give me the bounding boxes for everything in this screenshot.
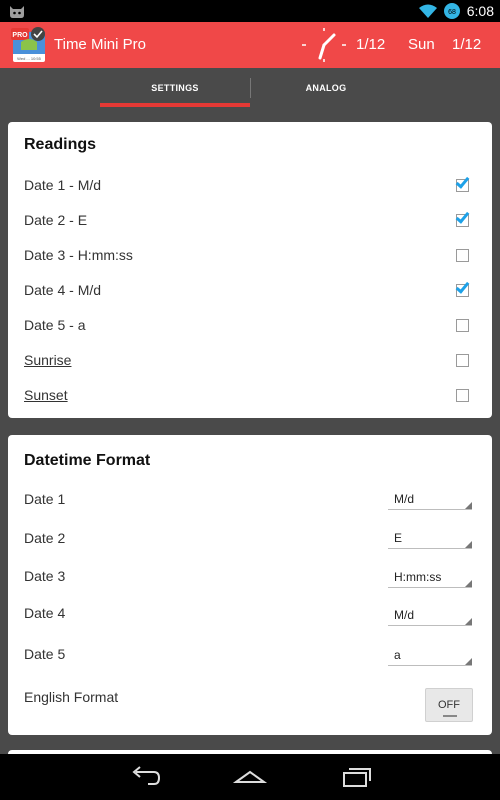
reading-label-date-1: Date 1 - M/d xyxy=(24,177,102,193)
android-cat-icon xyxy=(10,6,24,18)
status-bar: 68 6:08 xyxy=(0,0,500,22)
dropdown-arrow-icon xyxy=(465,618,472,625)
app-bar: PRO Wed ... 10:55 Time Mini Pro 1/12 Sun… xyxy=(0,22,500,68)
tab-settings[interactable]: SETTINGS xyxy=(100,68,250,108)
format-value-date-2: E xyxy=(394,531,403,545)
navigation-bar xyxy=(0,754,500,800)
format-value-date-1: M/d xyxy=(394,492,415,506)
reading-checkbox-date-5[interactable] xyxy=(456,319,469,332)
analog-clock-icon xyxy=(302,28,346,62)
english-format-toggle[interactable]: OFF xyxy=(425,688,473,722)
app-bar-day: Sun xyxy=(408,36,435,53)
app-icon[interactable]: PRO Wed ... 10:55 xyxy=(11,26,47,64)
format-select-date-5[interactable]: a xyxy=(388,644,472,666)
toggle-indicator xyxy=(443,715,457,717)
format-label-date-2: Date 2 xyxy=(24,530,66,546)
reading-checkbox-date-4[interactable] xyxy=(455,279,470,297)
reading-label-date-5: Date 5 - a xyxy=(24,317,86,333)
reading-label-date-4: Date 4 - M/d xyxy=(24,282,102,298)
data-sync-icon: 68 xyxy=(443,3,460,19)
format-label-date-1: Date 1 xyxy=(24,491,66,507)
reading-label-sunrise[interactable]: Sunrise xyxy=(24,352,71,368)
reading-label-sunset[interactable]: Sunset xyxy=(24,387,68,403)
svg-text:68: 68 xyxy=(448,9,456,16)
readings-title: Readings xyxy=(24,136,97,153)
reading-label-date-2: Date 2 - E xyxy=(24,212,88,228)
format-label-date-3: Date 3 xyxy=(24,568,66,584)
format-value-date-5: a xyxy=(394,648,401,662)
dropdown-arrow-icon xyxy=(465,658,472,665)
status-time: 6:08 xyxy=(466,3,494,19)
reading-checkbox-sunset[interactable] xyxy=(456,389,469,402)
app-icon-badge: PRO xyxy=(12,32,28,39)
format-label-date-5: Date 5 xyxy=(24,646,66,662)
english-format-toggle-text: OFF xyxy=(438,699,460,711)
format-select-date-2[interactable]: E xyxy=(388,527,472,549)
dropdown-arrow-icon xyxy=(465,502,472,509)
app-icon-subtext: Wed ... 10:55 xyxy=(17,56,41,61)
tab-analog[interactable]: ANALOG xyxy=(251,68,401,108)
recent-apps-icon[interactable] xyxy=(339,764,375,790)
back-icon[interactable] xyxy=(126,764,162,790)
dropdown-arrow-icon xyxy=(465,541,472,548)
app-bar-date: 1/12 xyxy=(356,36,386,53)
home-icon[interactable] xyxy=(232,764,268,790)
reading-checkbox-date-3[interactable] xyxy=(456,249,469,262)
reading-checkbox-date-1[interactable] xyxy=(455,174,470,192)
reading-checkbox-date-2[interactable] xyxy=(455,209,470,227)
reading-checkbox-sunrise[interactable] xyxy=(456,354,469,367)
tab-selected-indicator xyxy=(100,103,250,107)
format-select-date-3[interactable]: H:mm:ss xyxy=(388,566,472,588)
datetime-format-card: Datetime Format Date 1 M/d Date 2 E Date… xyxy=(8,435,492,735)
wifi-icon xyxy=(418,4,437,18)
app-bar-date-2: 1/12 xyxy=(452,36,482,53)
datetime-format-title: Datetime Format xyxy=(24,452,151,469)
format-value-date-4: M/d xyxy=(394,608,415,622)
reading-label-date-3: Date 3 - H:mm:ss xyxy=(24,247,133,263)
english-format-label: English Format xyxy=(24,689,119,705)
tab-bar: SETTINGS ANALOG xyxy=(0,68,500,108)
format-label-date-4: Date 4 xyxy=(24,605,66,621)
dropdown-arrow-icon xyxy=(465,580,472,587)
format-value-date-3: H:mm:ss xyxy=(394,570,442,584)
readings-card: Readings Date 1 - M/d Date 2 - E Date 3 … xyxy=(8,122,492,418)
format-select-date-1[interactable]: M/d xyxy=(388,488,472,510)
format-select-date-4[interactable]: M/d xyxy=(388,604,472,626)
app-title: Time Mini Pro xyxy=(54,36,146,53)
